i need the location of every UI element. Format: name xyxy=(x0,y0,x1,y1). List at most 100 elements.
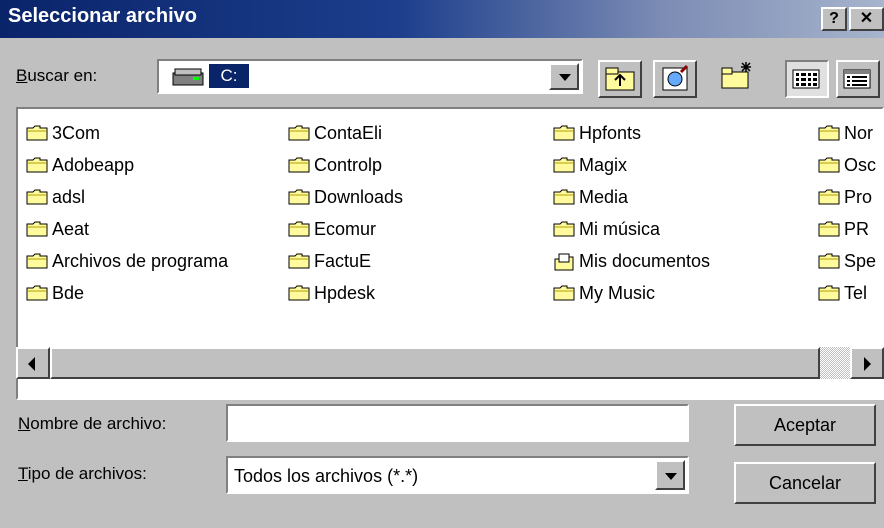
file-column-2: ContaEli Controlp Downloads Ecomur FactuE Hpd… xyxy=(288,117,403,309)
folder-item[interactable]: Aeat xyxy=(26,213,228,245)
folder-icon xyxy=(26,221,48,237)
window-title: Seleccionar archivo xyxy=(8,5,197,27)
filetype-combobox[interactable]: Todos los archivos (*.*) xyxy=(226,456,689,494)
filetype-dropdown-button[interactable] xyxy=(655,460,685,490)
details-view-icon xyxy=(843,69,871,89)
list-view-button[interactable] xyxy=(785,60,829,98)
folder-item[interactable]: Ecomur xyxy=(288,213,403,245)
folder-item[interactable]: Tel xyxy=(818,277,876,309)
arrow-left-icon xyxy=(28,357,35,371)
folder-icon xyxy=(26,253,48,269)
filename-input[interactable] xyxy=(226,404,689,442)
folder-label: 3Com xyxy=(52,122,101,143)
folder-item[interactable]: Spe xyxy=(818,245,876,277)
folder-label: Aeat xyxy=(52,218,90,239)
scroll-right-button[interactable] xyxy=(850,347,884,379)
folder-icon xyxy=(818,253,840,269)
folder-label: Downloads xyxy=(314,186,404,207)
scroll-left-button[interactable] xyxy=(16,347,50,379)
file-column-1: 3Com Adobeapp adsl Aeat Archivos de programa… xyxy=(26,117,228,309)
list-view-icon xyxy=(792,69,820,89)
folder-item[interactable]: Archivos de programa xyxy=(26,245,228,277)
file-column-3: Hpfonts Magix Media Mi música Mis documentos… xyxy=(553,117,710,309)
arrow-right-icon xyxy=(864,357,871,371)
search-web-button[interactable] xyxy=(653,60,697,98)
folder-icon xyxy=(288,157,310,173)
close-button[interactable]: ✕ xyxy=(849,7,884,31)
my-documents-icon xyxy=(553,253,575,271)
folder-label: Adobeapp xyxy=(52,154,135,175)
folder-icon xyxy=(818,157,840,173)
folder-label: Tel xyxy=(844,282,868,303)
folder-icon xyxy=(26,189,48,205)
folder-item[interactable]: Pro xyxy=(818,181,876,213)
folder-label: Magix xyxy=(579,154,628,175)
folder-icon xyxy=(288,253,310,269)
folder-item[interactable]: Hpdesk xyxy=(288,277,403,309)
folder-item[interactable]: Mis documentos xyxy=(553,245,710,277)
folder-icon xyxy=(818,189,840,205)
cancel-button[interactable]: Cancelar xyxy=(734,462,876,504)
folder-label: Hpdesk xyxy=(314,282,376,303)
folder-item[interactable]: Mi música xyxy=(553,213,710,245)
folder-label: Archivos de programa xyxy=(52,250,229,271)
horizontal-scrollbar[interactable] xyxy=(16,347,884,379)
folder-label: My Music xyxy=(579,282,655,303)
filetype-value: Todos los archivos (*.*) xyxy=(234,466,419,486)
folder-icon xyxy=(288,125,310,141)
create-new-folder-button[interactable] xyxy=(716,60,760,98)
help-icon: ? xyxy=(829,10,839,27)
folder-icon xyxy=(288,285,310,301)
folder-item[interactable]: 3Com xyxy=(26,117,228,149)
folder-label: Spe xyxy=(844,250,877,271)
folder-item[interactable]: My Music xyxy=(553,277,710,309)
folder-icon xyxy=(26,157,48,173)
folder-icon xyxy=(26,285,48,301)
accept-button[interactable]: Aceptar xyxy=(734,404,876,446)
folder-label: Hpfonts xyxy=(579,122,642,143)
folder-label: Controlp xyxy=(314,154,383,175)
folder-item[interactable]: adsl xyxy=(26,181,228,213)
lookin-combobox[interactable]: C: xyxy=(157,59,583,94)
folder-item[interactable]: Downloads xyxy=(288,181,403,213)
folder-icon xyxy=(288,221,310,237)
folder-label: Mi música xyxy=(579,218,661,239)
folder-item[interactable]: Magix xyxy=(553,149,710,181)
folder-item[interactable]: Bde xyxy=(26,277,228,309)
folder-icon xyxy=(818,221,840,237)
folder-item[interactable]: Adobeapp xyxy=(26,149,228,181)
folder-label: PR xyxy=(844,218,870,239)
folder-icon xyxy=(553,221,575,237)
folder-icon xyxy=(553,189,575,205)
folder-label: Mis documentos xyxy=(579,250,711,271)
file-column-4: Nor Osc Pro PR Spe Tel xyxy=(818,117,876,309)
folder-icon xyxy=(553,125,575,141)
details-view-button[interactable] xyxy=(836,60,880,98)
folder-icon xyxy=(818,285,840,301)
folder-label: ContaEli xyxy=(314,122,383,143)
folder-item[interactable]: Osc xyxy=(818,149,876,181)
folder-icon xyxy=(26,125,48,141)
lookin-dropdown-button[interactable] xyxy=(549,63,579,90)
folder-item[interactable]: Media xyxy=(553,181,710,213)
folder-label: Ecomur xyxy=(314,218,377,239)
help-button[interactable]: ? xyxy=(821,7,847,31)
up-one-level-button[interactable] xyxy=(598,60,642,98)
drive-selected-label: C: xyxy=(209,64,249,88)
folder-item[interactable]: PR xyxy=(818,213,876,245)
folder-label: Media xyxy=(579,186,629,207)
hard-drive-icon xyxy=(171,65,205,94)
folder-label: FactuE xyxy=(314,250,372,271)
filename-label: Nombre de archivo: xyxy=(18,414,167,433)
folder-label: Nor xyxy=(844,122,874,143)
folder-item[interactable]: Controlp xyxy=(288,149,403,181)
folder-label: Pro xyxy=(844,186,873,207)
folder-item[interactable]: Hpfonts xyxy=(553,117,710,149)
folder-icon xyxy=(288,189,310,205)
close-icon: ✕ xyxy=(859,10,874,27)
up-one-level-icon xyxy=(605,67,635,91)
folder-item[interactable]: Nor xyxy=(818,117,876,149)
scrollbar-thumb[interactable] xyxy=(50,347,820,379)
folder-item[interactable]: FactuE xyxy=(288,245,403,277)
folder-item[interactable]: ContaEli xyxy=(288,117,403,149)
